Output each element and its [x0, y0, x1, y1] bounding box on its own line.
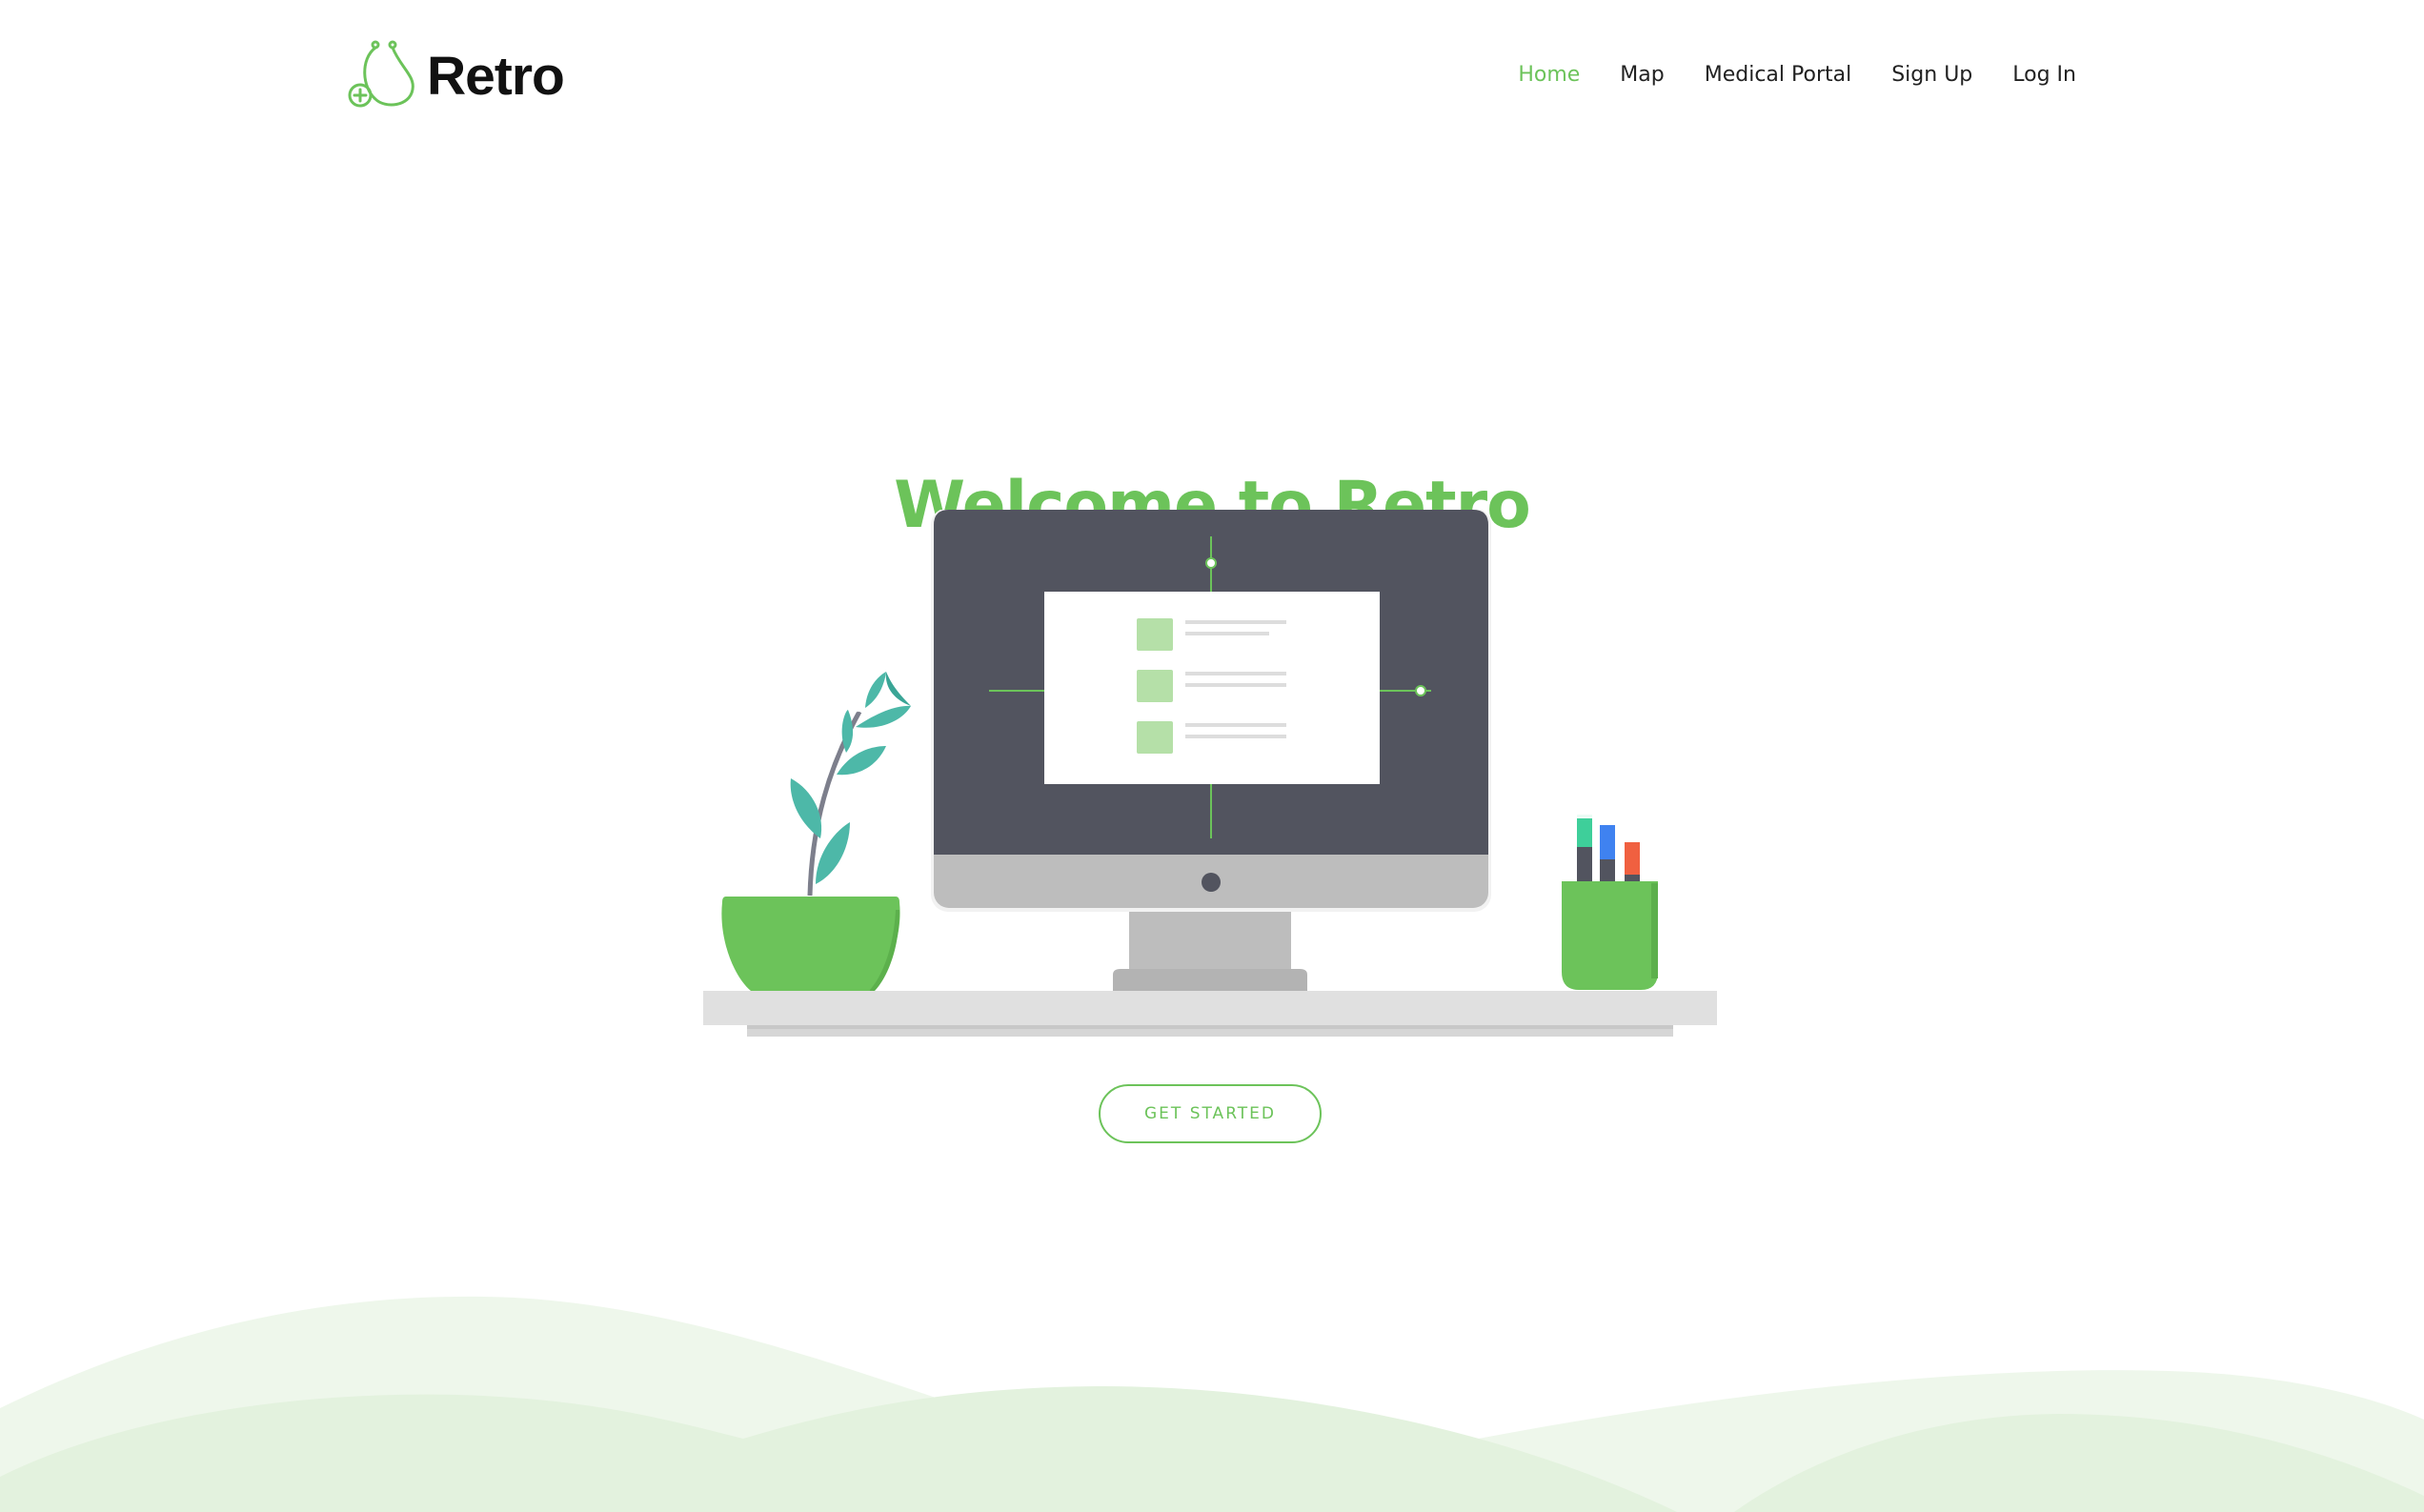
background-waves: [0, 1296, 2424, 1512]
main-nav: Home Map Medical Portal Sign Up Log In: [1518, 57, 2076, 93]
desk-computer-illustration: [703, 510, 1717, 1037]
monitor-camera-dot: [1202, 873, 1221, 892]
list-square: [1137, 618, 1173, 651]
plant-leaf: [856, 705, 911, 728]
nav-sign-up-link[interactable]: Sign Up: [1891, 57, 1972, 93]
plant-leaf: [837, 746, 886, 776]
nav-medical-portal-link[interactable]: Medical Portal: [1705, 57, 1851, 93]
plant-leaf: [865, 672, 886, 708]
list-square: [1137, 670, 1173, 702]
brand-logo-link[interactable]: Retro: [347, 38, 565, 114]
pencil-cup: [1562, 813, 1658, 990]
site-header: Retro Home Map Medical Portal Sign Up Lo…: [0, 0, 2424, 152]
nav-home-link[interactable]: Home: [1518, 57, 1580, 93]
desk-top: [703, 991, 1717, 1025]
pen-green: [1577, 815, 1592, 847]
plant-pot: [721, 897, 900, 991]
stethoscope-icon: [348, 40, 414, 108]
get-started-button[interactable]: GET STARTED: [1099, 1084, 1322, 1143]
pen-blue: [1600, 825, 1615, 859]
list-square: [1137, 721, 1173, 754]
nav-map-link[interactable]: Map: [1620, 57, 1664, 93]
plant-leaf: [790, 778, 822, 838]
plant: [721, 672, 911, 991]
brand-name: Retro: [427, 45, 565, 107]
cup-body: [1562, 881, 1658, 990]
pen-red: [1625, 842, 1640, 875]
monitor-stand: [1129, 908, 1291, 975]
nav-log-in-link[interactable]: Log In: [2012, 57, 2076, 93]
monitor-base: [1113, 969, 1307, 991]
